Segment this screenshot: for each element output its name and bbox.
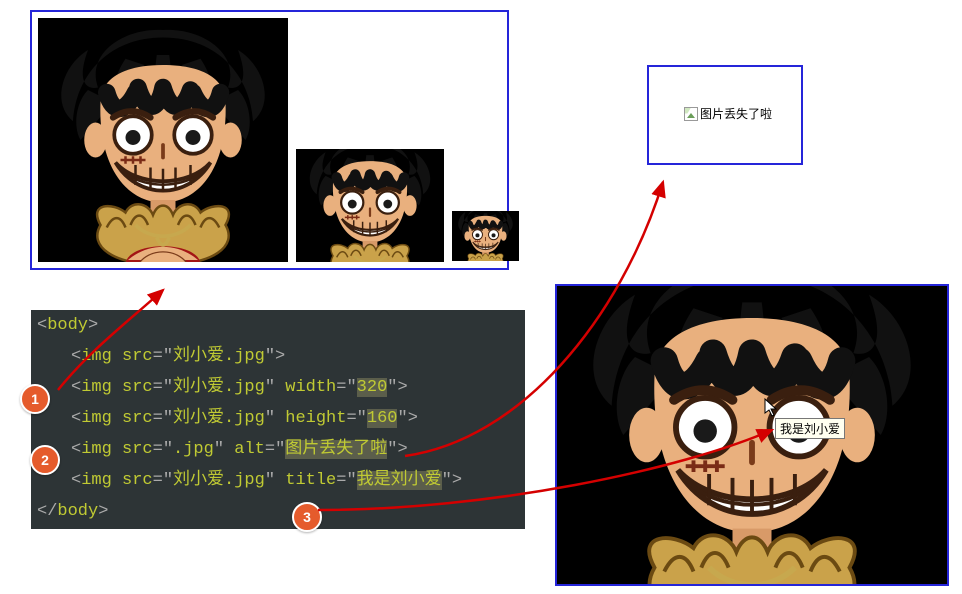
tooltip-text: 我是刘小爱 bbox=[780, 422, 840, 436]
image-large bbox=[38, 18, 288, 262]
code-line-3: <img src="刘小爱.jpg" height="160"> bbox=[37, 403, 525, 434]
code-line-4: <img src=".jpg" alt="图片丢失了啦"> bbox=[37, 434, 525, 465]
preview-panel bbox=[30, 10, 509, 270]
alt-demo-panel: 图片丢失了啦 bbox=[647, 65, 803, 165]
alt-text: 图片丢失了啦 bbox=[700, 105, 772, 122]
tooltip: 我是刘小爱 bbox=[775, 418, 845, 439]
badge-2: 2 bbox=[30, 445, 60, 475]
title-demo-panel bbox=[555, 284, 949, 586]
image-small bbox=[452, 211, 519, 261]
code-line-body-close: </body> bbox=[37, 496, 525, 527]
image-with-title bbox=[557, 286, 947, 584]
code-line-1: <img src="刘小爱.jpg"> bbox=[37, 341, 525, 372]
cursor-icon bbox=[764, 398, 780, 418]
code-line-body-open: <body> bbox=[37, 310, 525, 341]
badge-1: 1 bbox=[20, 384, 50, 414]
badge-3: 3 bbox=[292, 502, 322, 532]
code-line-2: <img src="刘小爱.jpg" width="320"> bbox=[37, 372, 525, 403]
broken-image-icon bbox=[684, 107, 698, 121]
badge-2-label: 2 bbox=[41, 452, 49, 468]
code-line-5: <img src="刘小爱.jpg" title="我是刘小爱"> bbox=[37, 465, 525, 496]
image-medium bbox=[296, 149, 444, 262]
broken-image: 图片丢失了啦 bbox=[684, 105, 772, 122]
badge-3-label: 3 bbox=[303, 509, 311, 525]
code-editor: <body> <img src="刘小爱.jpg"> <img src="刘小爱… bbox=[31, 310, 525, 529]
badge-1-label: 1 bbox=[31, 391, 39, 407]
